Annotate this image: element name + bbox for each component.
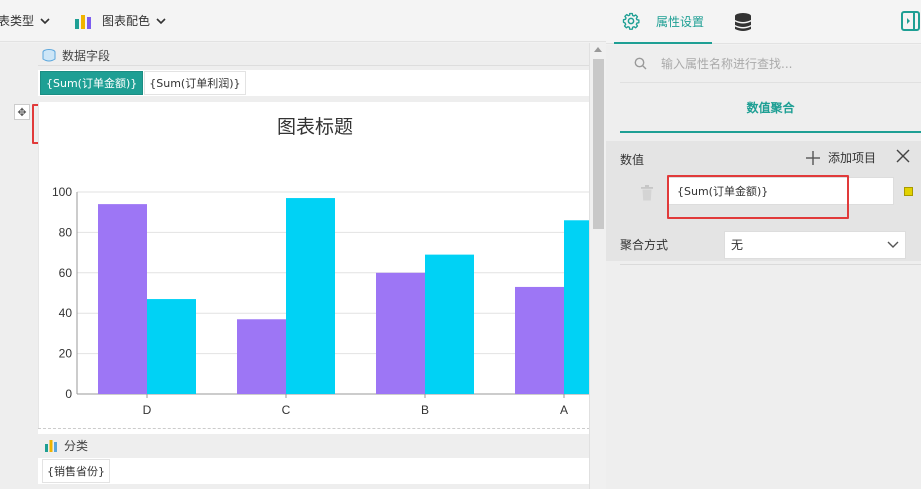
vertical-scrollbar[interactable] [589, 43, 606, 489]
y-tick-label: 40 [59, 306, 73, 320]
x-tick-label: C [282, 403, 291, 417]
database-field-icon [42, 49, 56, 62]
data-field-chip-order-amount[interactable]: {Sum(订单金额)} [40, 71, 144, 95]
bar-chart-icon [45, 439, 57, 452]
category-header: 分类 [38, 434, 590, 456]
x-tick-label: A [560, 403, 568, 417]
tab-property-settings-label: 属性设置 [655, 14, 704, 29]
chevron-down-icon [40, 17, 50, 24]
aggregation-value: 无 [731, 238, 744, 252]
data-field-header: 数据字段 [38, 46, 590, 66]
panel-header: 属性设置 [606, 0, 921, 44]
add-item-button[interactable]: 添加项目 [806, 149, 876, 166]
bar [237, 319, 286, 394]
property-search[interactable]: 输入属性名称进行查找... [620, 45, 921, 83]
bar [425, 254, 474, 394]
x-tick-label: D [143, 403, 152, 417]
chart-type-dropdown[interactable]: 表类型 [0, 0, 50, 42]
section-value-aggregation[interactable]: 数值聚合 [620, 83, 921, 133]
highlight-box-value-field [667, 175, 849, 219]
database-icon[interactable] [734, 12, 752, 32]
category-header-label: 分类 [64, 438, 89, 453]
x-tick-label: B [421, 403, 429, 417]
chevron-down-icon [156, 17, 166, 24]
property-panel: 输入属性名称进行查找... 数值聚合 数值 添加项目 {Sum(订单金额)} 聚… [606, 45, 921, 489]
close-icon[interactable] [896, 149, 910, 163]
chart-palette-label: 图表配色 [102, 14, 151, 28]
aggregation-row: 聚合方式 无 [620, 225, 921, 265]
bar-chart: 0 20 40 60 80 100 D C B A [52, 185, 591, 417]
bar [564, 220, 591, 394]
scroll-thumb[interactable] [593, 59, 604, 229]
bar [286, 198, 335, 394]
bar [376, 272, 425, 394]
trash-icon[interactable] [640, 185, 654, 201]
data-field-header-label: 数据字段 [62, 49, 111, 63]
category-field-chip[interactable]: {销售省份} [42, 459, 110, 483]
data-fields-row: {Sum(订单金额)} {Sum(订单利润)} [38, 70, 590, 96]
chart-type-label: 表类型 [0, 14, 35, 28]
aggregation-label: 聚合方式 [620, 238, 669, 252]
bar [98, 204, 147, 394]
category-fields-row: {销售省份} [38, 458, 590, 484]
chevron-down-icon [887, 241, 899, 248]
y-tick-label: 80 [59, 225, 73, 239]
toolbar: 表类型 图表配色 [0, 0, 606, 42]
chart-palette-dropdown[interactable]: 图表配色 [74, 0, 166, 42]
bar [515, 286, 564, 394]
palette-bar-icon [75, 14, 92, 29]
series-color-swatch[interactable] [904, 187, 913, 196]
y-tick-label: 20 [59, 347, 73, 361]
y-tick-label: 0 [65, 387, 72, 401]
y-tick-label: 100 [52, 185, 72, 199]
move-handle-icon[interactable]: ✥ [14, 104, 30, 120]
plus-icon [806, 150, 820, 165]
search-placeholder: 输入属性名称进行查找... [661, 57, 793, 71]
add-item-label: 添加项目 [828, 151, 877, 165]
scroll-up-arrow-icon[interactable] [594, 47, 602, 52]
aggregation-select[interactable]: 无 [724, 230, 906, 259]
search-icon [634, 57, 647, 70]
y-tick-label: 60 [59, 266, 73, 280]
tab-property-settings[interactable]: 属性设置 [614, 0, 712, 44]
collapse-panel-icon[interactable] [901, 11, 921, 31]
bar [147, 299, 196, 394]
chart-area: 图表标题 0 20 40 60 80 100 D C B A [38, 102, 591, 430]
data-field-chip-order-profit[interactable]: {Sum(订单利润)} [144, 71, 246, 95]
values-label: 数值 [620, 153, 645, 167]
gear-icon [622, 12, 640, 30]
